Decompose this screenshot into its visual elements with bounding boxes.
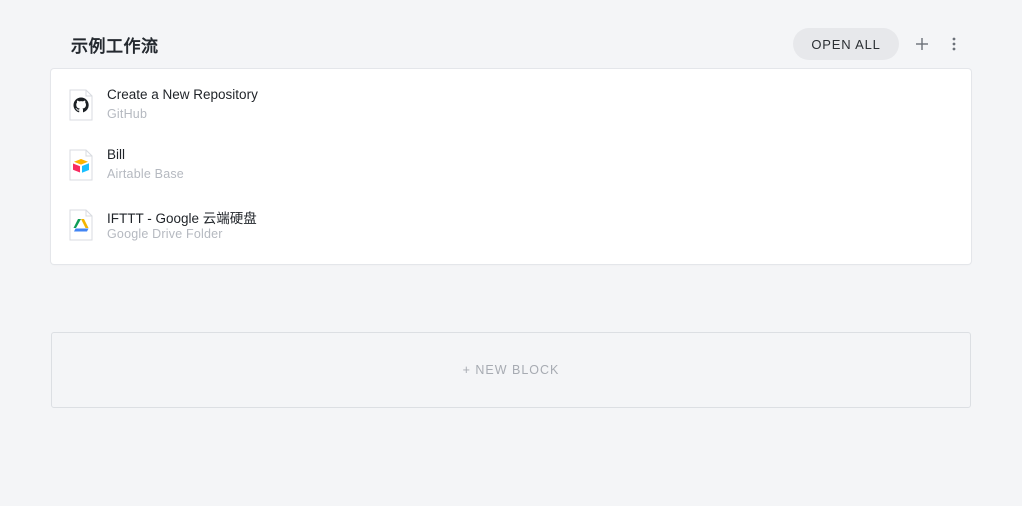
workflow-items-card: Create a New Repository GitHub Bill Airt… xyxy=(51,69,971,264)
workflow-page: 示例工作流 OPEN ALL Create a New Repository G… xyxy=(0,0,1022,506)
section-header: 示例工作流 OPEN ALL xyxy=(51,28,971,60)
open-all-button[interactable]: OPEN ALL xyxy=(793,28,899,60)
item-subtitle: Airtable Base xyxy=(107,167,184,181)
new-block-button[interactable]: + NEW BLOCK xyxy=(51,332,971,408)
more-options-icon[interactable] xyxy=(943,33,965,55)
item-title: IFTTT - Google 云端硬盘 xyxy=(107,211,257,226)
github-icon xyxy=(69,89,93,121)
list-item-google-drive-folder[interactable]: IFTTT - Google 云端硬盘 Google Drive Folder xyxy=(51,200,971,260)
google-drive-icon xyxy=(69,209,93,241)
list-item-github-repository[interactable]: Create a New Repository GitHub xyxy=(51,80,971,140)
airtable-icon xyxy=(69,149,93,181)
item-title: Create a New Repository xyxy=(107,87,258,102)
section-title: 示例工作流 xyxy=(71,37,159,57)
item-title: Bill xyxy=(107,147,126,162)
add-icon[interactable] xyxy=(911,33,933,55)
list-item-bill[interactable]: Bill Airtable Base xyxy=(51,140,971,200)
item-subtitle: GitHub xyxy=(107,107,148,121)
item-subtitle: Google Drive Folder xyxy=(107,227,223,241)
